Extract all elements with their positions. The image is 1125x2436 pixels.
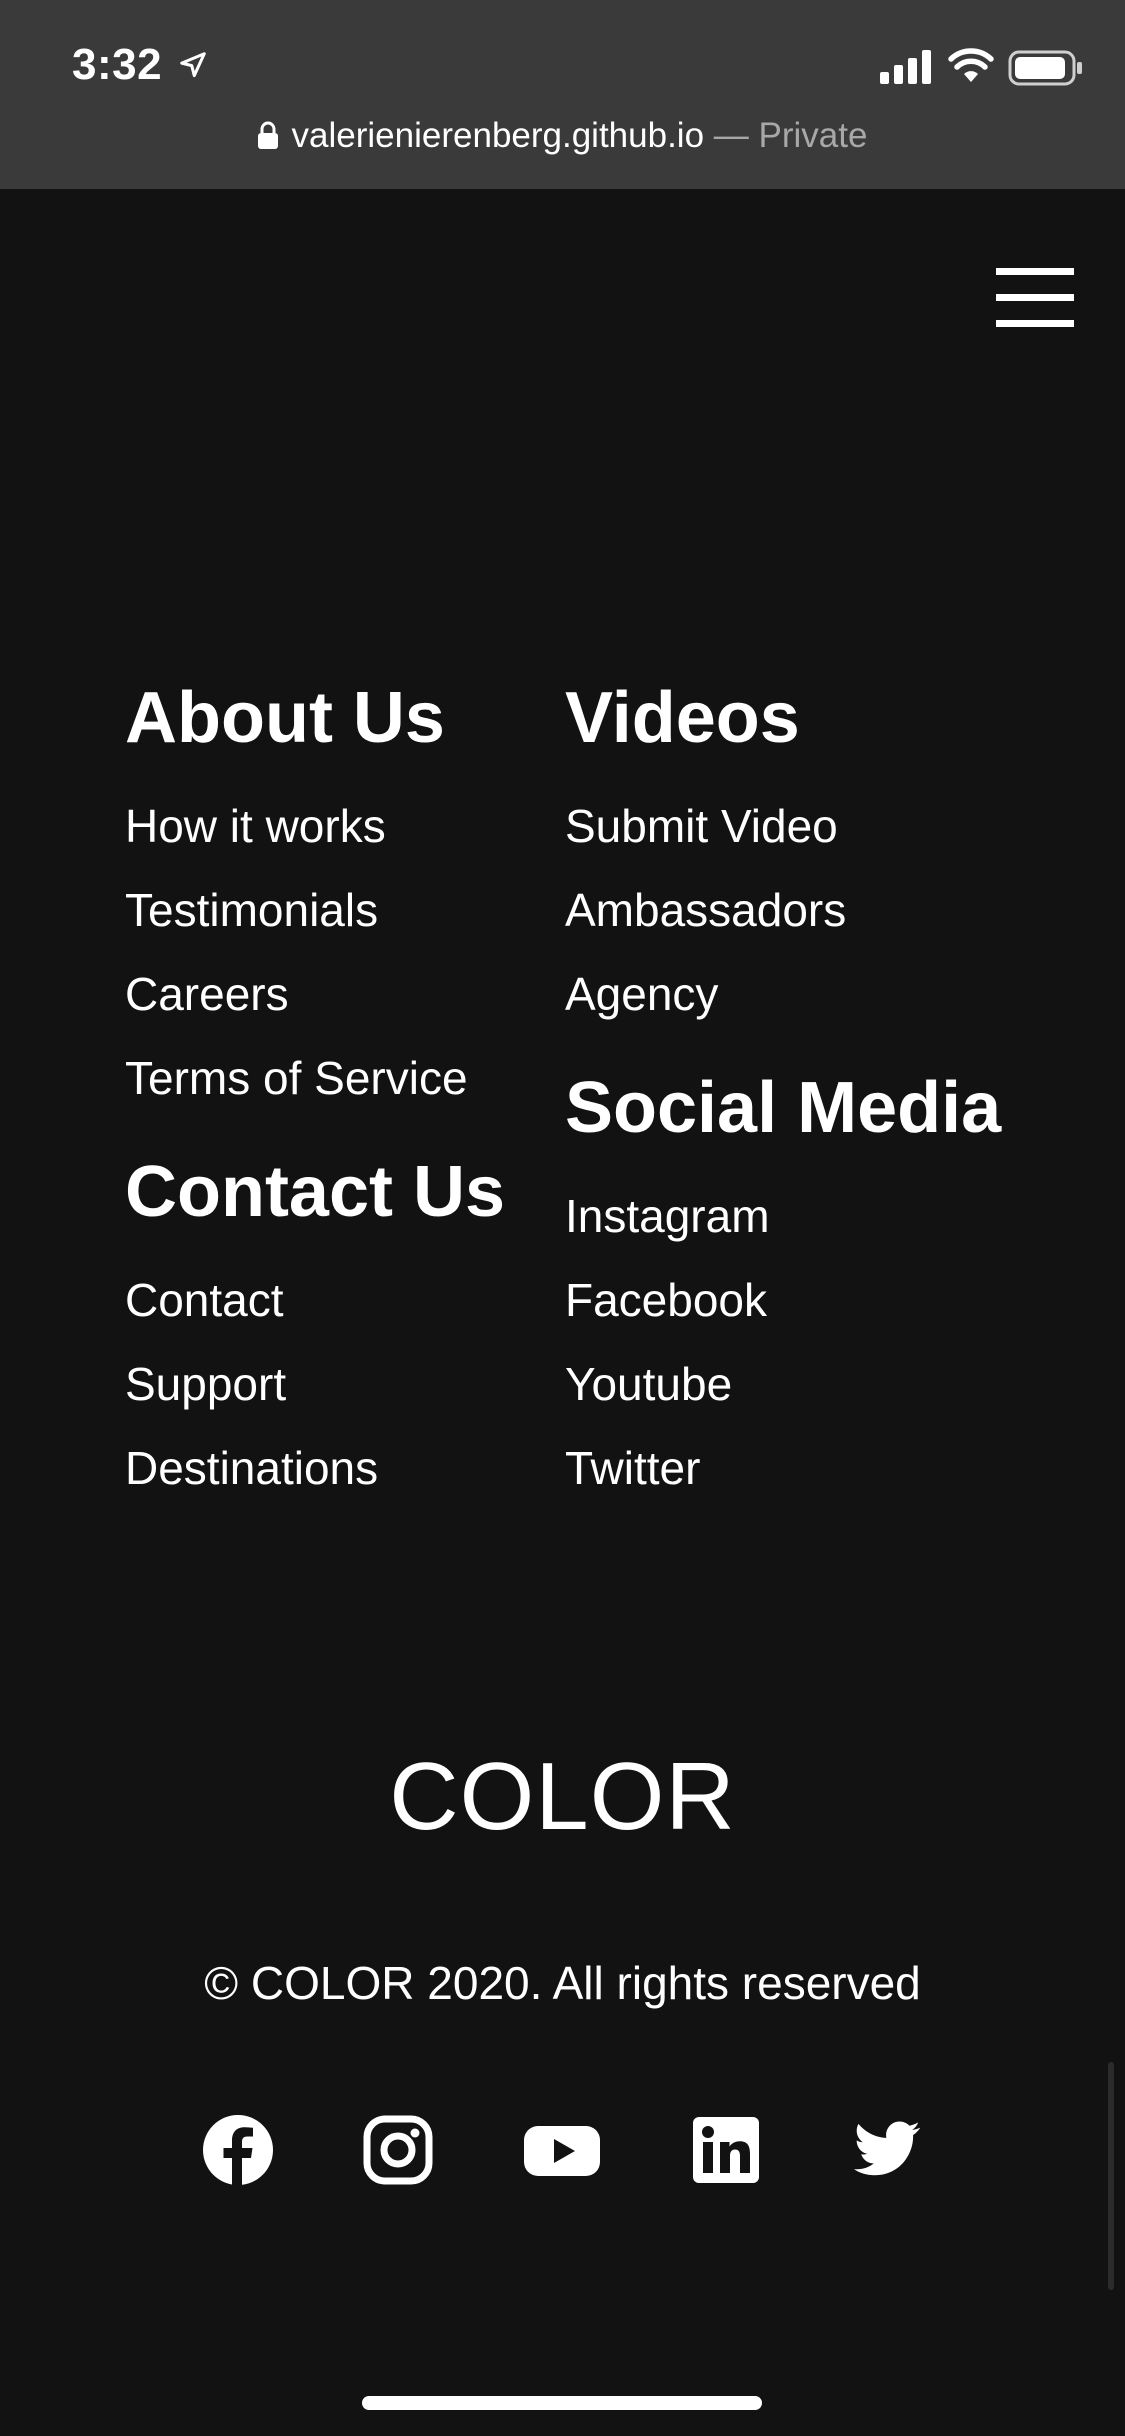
wifi-icon (948, 48, 994, 82)
menu-line (996, 320, 1074, 327)
link-destinations[interactable]: Destinations (125, 1426, 505, 1510)
social-links: Instagram Facebook Youtube Twitter (565, 1174, 1001, 1510)
contact-section: Contact Us Contact Support Destinations (125, 1144, 505, 1510)
location-arrow-icon (180, 52, 206, 78)
youtube-icon[interactable] (522, 2114, 602, 2186)
private-label: Private (758, 116, 868, 155)
about-heading: About Us (125, 678, 445, 758)
link-careers[interactable]: Careers (125, 952, 505, 1036)
linkedin-icon[interactable] (690, 2114, 762, 2186)
url-text: valerienierenberg.github.io (291, 116, 705, 155)
link-ambassadors[interactable]: Ambassadors (565, 868, 1001, 952)
videos-links: Submit Video Ambassadors Agency (565, 784, 1001, 1036)
url-separator: — (704, 116, 759, 155)
link-youtube[interactable]: Youtube (565, 1342, 1001, 1426)
brand-logo-text[interactable]: COLOR (0, 1742, 1125, 1852)
menu-line (996, 294, 1074, 301)
browser-chrome: 3:32 valerienierenberg.github.io — Priva… (0, 0, 1125, 189)
social-heading: Social Media (565, 1068, 1002, 1148)
menu-line (996, 268, 1074, 275)
link-twitter[interactable]: Twitter (565, 1426, 1001, 1510)
facebook-icon[interactable] (202, 2114, 274, 2186)
social-section: Social Media Instagram Facebook Youtube … (565, 1060, 1001, 1510)
battery-icon (1008, 50, 1082, 86)
lock-icon (257, 121, 278, 149)
hamburger-menu-icon[interactable] (996, 268, 1074, 328)
about-links: How it works Testimonials Careers Terms … (125, 784, 505, 1120)
address-bar[interactable]: valerienierenberg.github.io — Private (0, 116, 1125, 156)
videos-section: Videos Submit Video Ambassadors Agency (565, 670, 1001, 1036)
link-support[interactable]: Support (125, 1342, 505, 1426)
scrollbar[interactable] (1108, 2062, 1114, 2290)
link-facebook[interactable]: Facebook (565, 1258, 1001, 1342)
twitter-icon[interactable] (850, 2114, 924, 2186)
link-agency[interactable]: Agency (565, 952, 1001, 1036)
videos-heading: Videos (565, 678, 800, 758)
footer-column-right: Videos Submit Video Ambassadors Agency S… (565, 670, 1001, 1510)
copyright-text: © COLOR 2020. All rights reserved (204, 1957, 921, 2009)
cellular-signal-icon (880, 50, 931, 84)
link-testimonials[interactable]: Testimonials (125, 868, 505, 952)
contact-heading: Contact Us (125, 1152, 506, 1232)
link-instagram[interactable]: Instagram (565, 1174, 1001, 1258)
home-indicator[interactable] (362, 2396, 762, 2410)
footer-column-left: About Us How it works Testimonials Caree… (125, 670, 505, 1510)
link-contact[interactable]: Contact (125, 1258, 505, 1342)
about-section: About Us How it works Testimonials Caree… (125, 670, 505, 1120)
link-how-it-works[interactable]: How it works (125, 784, 505, 868)
link-terms-of-service[interactable]: Terms of Service (125, 1036, 505, 1120)
contact-links: Contact Support Destinations (125, 1258, 505, 1510)
status-time: 3:32 (72, 40, 163, 89)
link-submit-video[interactable]: Submit Video (565, 784, 1001, 868)
instagram-icon[interactable] (362, 2114, 434, 2186)
